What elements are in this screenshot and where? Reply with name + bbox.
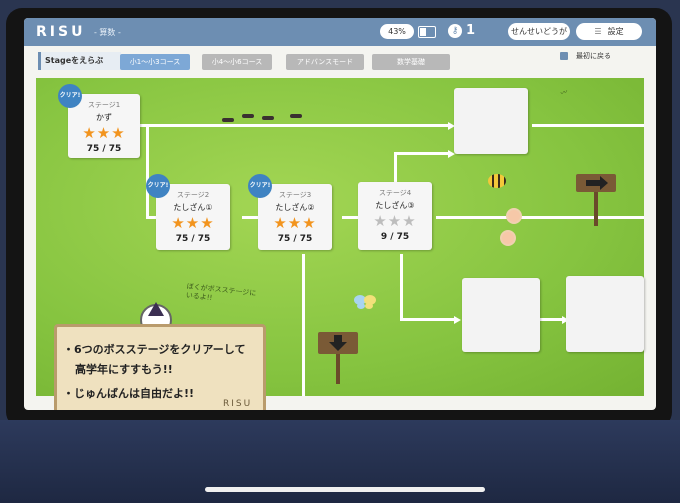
star-icon: ★	[302, 214, 317, 232]
tab-grade-4-6[interactable]: 小4〜小6コース	[202, 54, 272, 70]
back-to-start-link[interactable]: 最初に戻る	[576, 51, 611, 61]
stage-score: 75 / 75	[277, 234, 313, 244]
star-icon: ★	[287, 214, 303, 232]
path-segment	[540, 318, 564, 321]
boss-note: ぼくがボスステージにいるよ!!	[185, 282, 257, 303]
path-segment	[146, 124, 149, 218]
app-screen: RISU - 算数 - 43% ⚷ 1 せんせいどうが ☰ 設定 Stageをえら…	[24, 18, 656, 410]
stage-score: 9 / 75	[380, 232, 410, 242]
down-arrow-signpost	[318, 332, 358, 354]
key-count: 1	[466, 23, 476, 38]
path-segment	[400, 318, 456, 321]
star-icon: ★	[82, 124, 97, 142]
tab-grade-1-3[interactable]: 小1〜小3コース	[120, 54, 190, 70]
star-rating: ★★★	[358, 213, 432, 229]
path-segment	[302, 254, 305, 396]
ant-decoration	[262, 116, 274, 120]
bee-decoration	[488, 174, 506, 188]
signpost-pole	[336, 354, 340, 384]
locked-stage-card[interactable]	[462, 278, 540, 352]
battery-percent: 43%	[380, 24, 414, 39]
battery-icon	[418, 26, 436, 38]
settings-label: 設定	[607, 27, 624, 36]
star-rating: ★★★	[156, 215, 230, 231]
board-line-3: ・じゅんばんは自由だよ!!	[63, 387, 195, 400]
key-icon: ⚷	[448, 24, 462, 38]
path-segment	[394, 152, 450, 155]
ant-decoration	[242, 114, 254, 118]
board-logo: RISU	[223, 399, 253, 409]
ant-decoration	[222, 118, 234, 122]
stage-card-3[interactable]: ステージ3 たしざん② ★★★ 75 / 75	[258, 184, 332, 250]
path-segment	[128, 124, 448, 127]
menu-icon: ☰	[594, 27, 602, 36]
stage-name: たしざん③	[375, 201, 415, 210]
path-segment	[400, 254, 403, 320]
star-icon: ★	[96, 124, 112, 142]
stage-score: 75 / 75	[86, 144, 122, 154]
path-segment	[532, 124, 644, 127]
top-bar: RISU - 算数 - 43% ⚷ 1 せんせいどうが ☰ 設定	[24, 18, 656, 46]
star-icon: ★	[200, 214, 215, 232]
star-icon: ★	[373, 212, 388, 230]
tab-math-basics[interactable]: 数学基礎	[372, 54, 450, 70]
locked-stage-card[interactable]	[454, 88, 528, 154]
locked-stage-card[interactable]	[566, 276, 644, 352]
stage-map: 〰 ステージ1 かず ★★★ 75 / 75 クリア! ステージ2 たしざん① …	[36, 78, 644, 410]
stage-name: かず	[96, 113, 112, 122]
path-arrow	[454, 316, 461, 324]
teacher-video-button[interactable]: せんせいどうが	[508, 23, 570, 40]
settings-button[interactable]: ☰ 設定	[576, 23, 642, 40]
flower-decoration	[500, 230, 516, 246]
scribble-decoration: 〰	[558, 88, 569, 98]
star-icon: ★	[111, 124, 126, 142]
star-icon: ★	[171, 214, 186, 232]
clear-badge: クリア!	[58, 84, 82, 108]
star-rating: ★★★	[258, 215, 332, 231]
star-icon: ★	[273, 214, 288, 232]
star-rating: ★★★	[68, 125, 140, 141]
flower-decoration	[506, 208, 522, 224]
star-icon: ★	[402, 212, 417, 230]
stage-score: 75 / 75	[175, 234, 211, 244]
stage-number: ステージ4	[378, 189, 412, 197]
ant-decoration	[290, 114, 302, 118]
path-segment	[436, 216, 644, 219]
signpost-pole	[594, 192, 598, 226]
board-line-2: 高学年にすすもう!!	[75, 363, 173, 376]
star-icon: ★	[387, 212, 403, 230]
star-icon: ★	[185, 214, 201, 232]
page-title: Stageをえらぶ	[38, 52, 121, 70]
arrow-signpost	[576, 174, 616, 192]
clear-badge: クリア!	[248, 174, 272, 198]
home-indicator[interactable]	[205, 487, 485, 492]
stage-name: たしざん①	[173, 203, 213, 212]
stage-card-4[interactable]: ステージ4 たしざん③ ★★★ 9 / 75	[358, 182, 432, 250]
app-logo: RISU	[36, 24, 86, 40]
subject-label: - 算数 -	[94, 28, 121, 37]
tab-row: Stageをえらぶ 小1〜小3コース 小4〜小6コース アドバンスモード 数学基…	[24, 46, 656, 76]
home-icon[interactable]	[560, 52, 568, 60]
board-line-1: ・6つのボスステージをクリアーして	[63, 343, 246, 356]
tab-advanced-mode[interactable]: アドバンスモード	[286, 54, 364, 70]
stage-card-2[interactable]: ステージ2 たしざん① ★★★ 75 / 75	[156, 184, 230, 250]
clear-badge: クリア!	[146, 174, 170, 198]
stage-name: たしざん②	[275, 203, 315, 212]
butterfly-decoration	[354, 295, 376, 309]
info-signboard: ・6つのボスステージをクリアーして 高学年にすすもう!! ・じゅんばんは自由だよ…	[54, 324, 266, 410]
